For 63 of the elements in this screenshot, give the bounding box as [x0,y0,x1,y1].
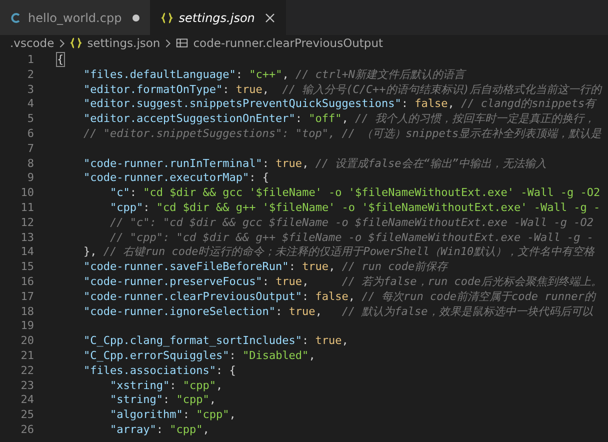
line-number: 18 [20,304,34,320]
line-number: 24 [20,393,34,408]
line-number: 12 [20,216,34,231]
code-line: "c": "cd $dir && gcc '$fileName' -o '$fileNameWithoutExt.exe' -Wall -g -O2 [110,186,600,201]
line-number: 2 [26,68,34,83]
line-number: 25 [20,408,34,423]
close-icon[interactable] [264,12,275,22]
line-number: 4 [26,97,34,112]
code-line: }, // 右键run code时运行的命令；未注释的仅适用于PowerShell（Win10默认），文件名中有空格 [84,245,595,260]
editor-tab[interactable]: hello_world.cpp [0,0,151,35]
unsaved-dot-icon [132,14,140,22]
code-line: "code-runner.saveFileBeforeRun": true, // run code前保存 [84,260,448,275]
line-number: 7 [26,142,34,157]
braces-file-icon [70,37,82,49]
line-number: 16 [20,274,34,290]
breadcrumb-item[interactable]: settings.json [87,36,160,50]
line-number: 17 [20,290,34,305]
code-line: { [57,53,64,68]
code-line: "string": "cpp", [110,393,216,408]
line-number: 20 [20,334,34,349]
line-number: 21 [20,348,34,364]
line-number: 6 [26,126,34,142]
breadcrumb-item[interactable]: code-runner.clearPreviousOutput [193,36,384,50]
line-number: 26 [20,422,34,438]
code-line: "code-runner.clearPreviousOutput": false, // 每次run code前清空属于code runner的 [84,290,596,305]
code-line: "code-runner.ignoreSelection": true, // 默认为false，效果是鼠标选中一块代码后可以 [84,304,593,320]
line-number: 15 [20,260,34,275]
breadcrumb-item[interactable]: .vscode [10,36,54,50]
code-line: "code-runner.executorMap": { [84,171,269,186]
line-number: 9 [26,171,34,186]
code-line: "C_Cpp.errorSquiggles": "Disabled", [84,348,316,364]
code-line: "array": "cpp", [110,422,210,438]
line-number: 22 [20,364,34,379]
code-line: "editor.acceptSuggestionOnEnter": "off", // 我个人的习惯，按回车时一定是真正的换行， [84,112,595,127]
code-line: "C_Cpp.clang_format_sortIncludes": true, [84,334,348,349]
line-number: 23 [20,378,34,394]
code-line: "code-runner.preserveFocus": true, // 若为false，run code后光标会聚焦到终端上。 [84,274,602,290]
code-line: // "editor.snippetSuggestions": "top", // （可选）snippets显示在补全列表顶端，默认是 [84,126,602,142]
code-line: "editor.formatOnType": true, // 输入分号(C/C++的语句结束标识)后自动格式化当前这一行的 [84,82,602,98]
braces-file-icon [160,12,173,24]
line-number: 3 [26,82,34,98]
line-number: 5 [26,112,34,127]
line-number: 1 [26,53,34,68]
code-line: "files.defaultLanguage": "c++", // ctrl+N新建文件后默认的语言 [84,68,466,83]
line-number: 13 [20,230,34,246]
code-line: "algorithm": "cpp", [110,408,236,423]
line-number: 10 [20,186,34,201]
code-line: "editor.suggest.snippetsPreventQuickSuggestions": false, // clangd的snippets有 [84,97,596,112]
line-number: 8 [26,156,34,172]
property-icon [176,37,188,49]
c-file-icon [10,12,22,24]
code-line: "cpp": "cd $dir && g++ '$fileName' -o '$fileNameWithoutExt.exe' -Wall -g - [110,200,600,216]
line-number: 11 [20,200,34,216]
code-line: "code-runner.runInTerminal": true, // 设置成false会在“输出”中输出，无法输入 [84,156,547,172]
code-line: // "cpp": "cd $dir && g++ $fileName -o $fileNameWithoutExt.exe -Wall -g - [110,230,594,246]
editor-tab[interactable]: settings.json [150,0,286,35]
line-number: 14 [20,245,34,260]
chevron-icon [165,38,172,48]
code-line: "files.associations": { [84,364,236,379]
line-number: 19 [20,319,34,334]
code-line: // "c": "cd $dir && gcc $fileName -o $fileNameWithoutExt.exe -Wall -g -O2 [110,216,594,231]
chevron-icon [59,38,66,48]
code-line: "xstring": "cpp", [110,378,223,394]
